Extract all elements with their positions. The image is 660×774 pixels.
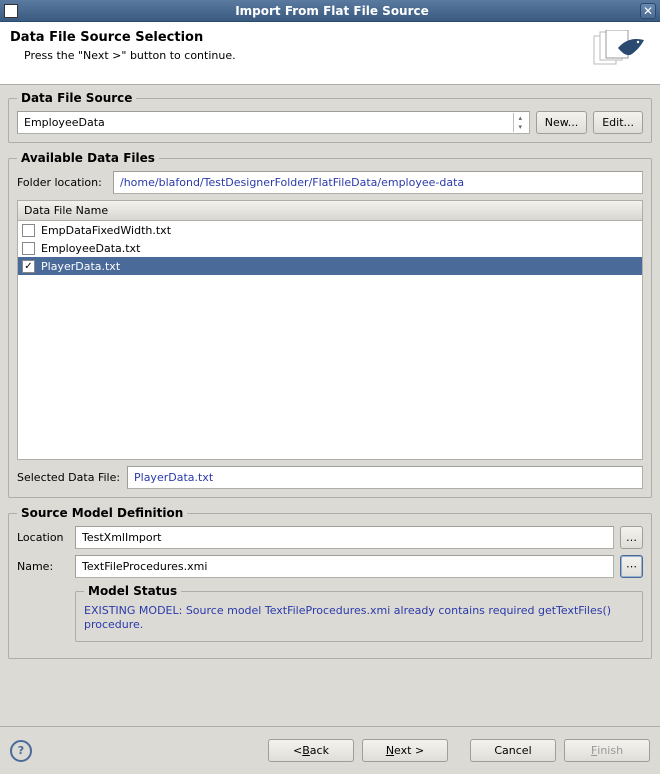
source-model-group: Source Model Definition Location … Name:… [8, 506, 652, 659]
data-file-source-group: Data File Source EmployeeData ▴▾ New... … [8, 91, 652, 143]
combo-spinner-icon[interactable]: ▴▾ [513, 113, 527, 132]
selected-file-field: PlayerData.txt [127, 466, 643, 489]
model-status-text: EXISTING MODEL: Source model TextFilePro… [84, 604, 634, 633]
edit-source-button[interactable]: Edit... [593, 111, 643, 134]
wizard-logo [590, 30, 650, 74]
page-title: Data File Source Selection [10, 30, 590, 45]
available-files-legend: Available Data Files [17, 151, 159, 165]
next-button[interactable]: Next >Next [362, 739, 448, 762]
back-button[interactable]: < BBackack [268, 739, 354, 762]
data-source-combo-value: EmployeeData [24, 116, 105, 129]
data-file-source-legend: Data File Source [17, 91, 136, 105]
column-header-name: Data File Name [24, 204, 108, 217]
data-source-combo[interactable]: EmployeeData ▴▾ [17, 111, 530, 134]
wizard-footer: ? < BBackack Next >Next Cancel FinishFin… [0, 726, 660, 774]
wizard-header: Data File Source Selection Press the "Ne… [0, 22, 660, 85]
name-label: Name: [17, 560, 69, 573]
model-status-group: Model Status EXISTING MODEL: Source mode… [75, 584, 643, 642]
file-name-label: EmployeeData.txt [41, 242, 140, 255]
browse-location-button[interactable]: … [620, 526, 643, 549]
folder-location-field: /home/blafond/TestDesignerFolder/FlatFil… [113, 171, 643, 194]
file-checkbox[interactable] [22, 260, 35, 273]
browse-name-button[interactable]: ⋯ [620, 555, 643, 578]
data-file-list-header[interactable]: Data File Name [18, 201, 642, 221]
model-status-legend: Model Status [84, 584, 181, 598]
close-icon: ✕ [643, 4, 653, 18]
file-row[interactable]: PlayerData.txt [18, 257, 642, 275]
available-files-group: Available Data Files Folder location: /h… [8, 151, 652, 498]
folder-location-label: Folder location: [17, 176, 107, 189]
new-source-button[interactable]: New... [536, 111, 587, 134]
file-row[interactable]: EmployeeData.txt [18, 239, 642, 257]
titlebar: ▫ Import From Flat File Source ✕ [0, 0, 660, 22]
window-close-button[interactable]: ✕ [640, 3, 656, 19]
source-model-legend: Source Model Definition [17, 506, 187, 520]
file-row[interactable]: EmpDataFixedWidth.txt [18, 221, 642, 239]
help-button[interactable]: ? [10, 740, 32, 762]
file-name-label: EmpDataFixedWidth.txt [41, 224, 171, 237]
page-subtitle: Press the "Next >" button to continue. [24, 49, 590, 62]
file-name-label: PlayerData.txt [41, 260, 120, 273]
window-system-icon[interactable]: ▫ [4, 4, 18, 18]
file-checkbox[interactable] [22, 242, 35, 255]
window-title: Import From Flat File Source [24, 4, 640, 18]
folder-location-value: /home/blafond/TestDesignerFolder/FlatFil… [120, 176, 464, 189]
file-checkbox[interactable] [22, 224, 35, 237]
finish-mnemonic: F [591, 744, 597, 757]
selected-file-label: Selected Data File: [17, 471, 121, 484]
selected-file-value: PlayerData.txt [134, 471, 213, 484]
ellipsis-icon: ⋯ [626, 560, 637, 573]
ellipsis-icon: … [626, 531, 637, 544]
location-input[interactable] [75, 526, 614, 549]
name-input[interactable] [75, 555, 614, 578]
data-file-list[interactable]: Data File Name EmpDataFixedWidth.txt Emp… [17, 200, 643, 460]
location-label: Location [17, 531, 69, 544]
help-icon: ? [18, 744, 24, 757]
finish-button: FinishFinish [564, 739, 650, 762]
cancel-button[interactable]: Cancel [470, 739, 556, 762]
